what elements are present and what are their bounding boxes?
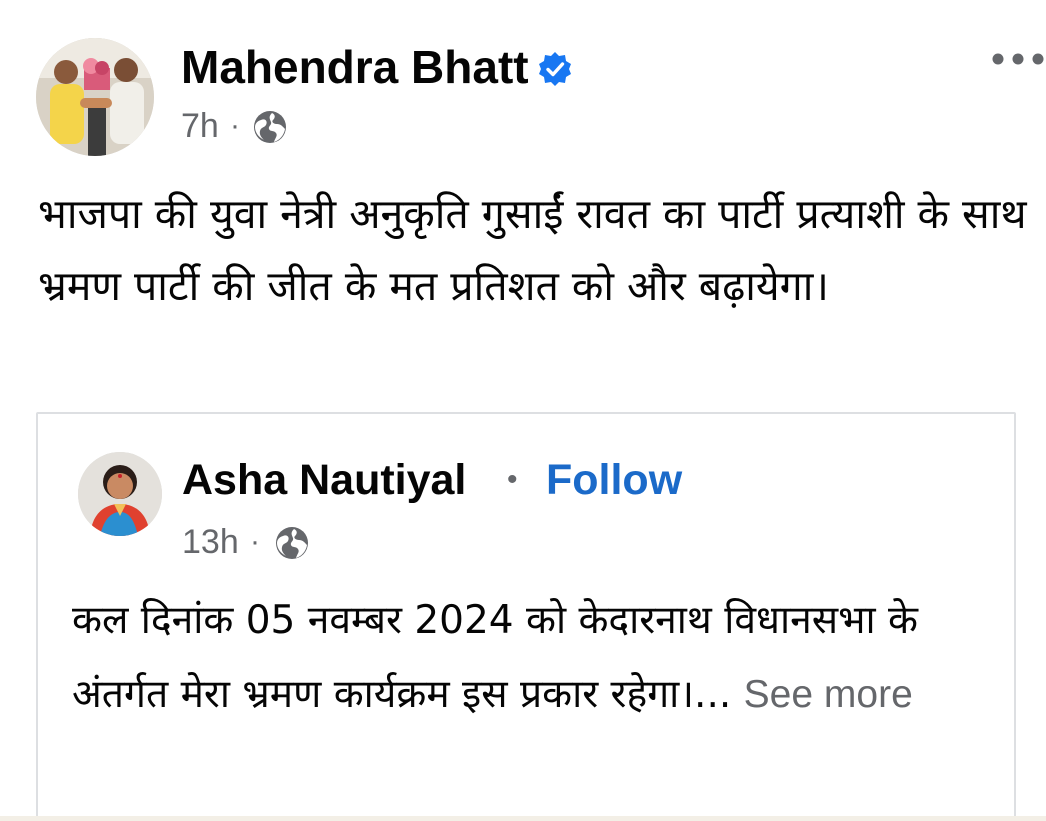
facebook-post: Mahendra Bhatt 7h · भाजपा की युवा नेत्री… <box>0 0 1046 821</box>
shared-author-name[interactable]: Asha Nautiyal <box>182 452 466 508</box>
author-avatar[interactable] <box>36 38 154 156</box>
globe-icon <box>254 111 286 143</box>
author-name[interactable]: Mahendra Bhatt <box>181 38 529 96</box>
shared-post-timestamp[interactable]: 13h <box>182 520 239 564</box>
follow-button[interactable]: Follow <box>546 452 682 508</box>
shared-post-card[interactable]: Asha Nautiyal • Follow 13h · कल दिनांक 0… <box>36 412 1016 818</box>
meta-separator: · <box>230 109 240 142</box>
globe-icon <box>276 527 308 559</box>
shared-meta-separator: · <box>250 525 260 558</box>
shared-author-avatar-image <box>78 452 162 536</box>
follow-separator: • <box>507 463 518 496</box>
next-post-edge <box>0 816 1046 821</box>
post-text: भाजपा की युवा नेत्री अनुकृति गुसाईं रावत… <box>38 190 1027 310</box>
see-more-link[interactable]: See more <box>744 673 913 716</box>
verified-badge-icon <box>539 52 571 86</box>
shared-author-avatar[interactable] <box>78 452 162 536</box>
more-options-icon[interactable] <box>990 45 1046 73</box>
author-avatar-image <box>36 38 154 156</box>
post-timestamp[interactable]: 7h <box>181 104 219 148</box>
shared-post-text: कल दिनांक 05 नवम्बर 2024 को केदारनाथ विध… <box>72 584 992 732</box>
